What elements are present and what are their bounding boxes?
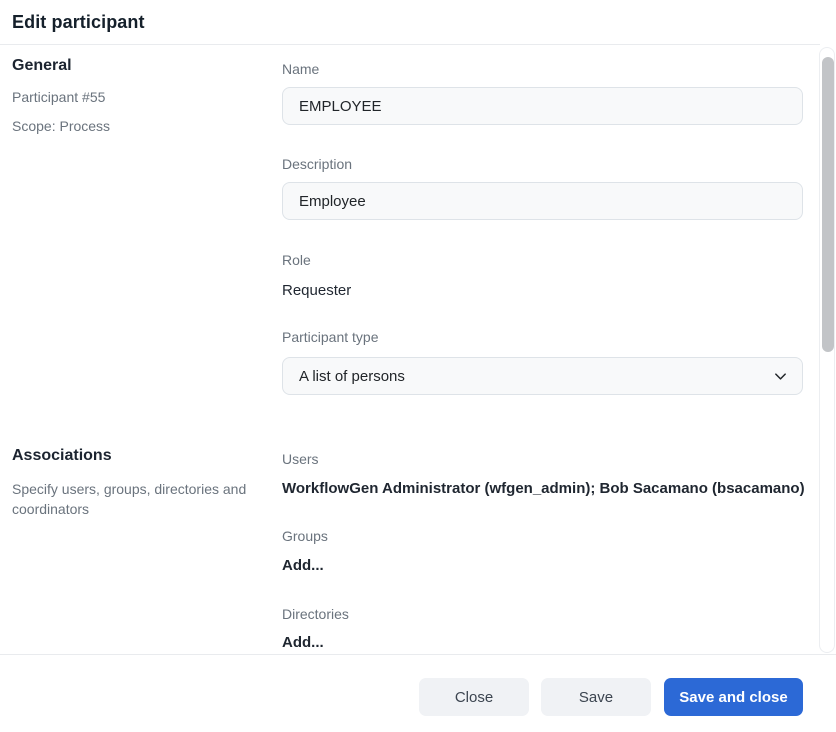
description-input[interactable] <box>282 182 803 220</box>
users-value-link[interactable]: WorkflowGen Administrator (wfgen_admin);… <box>282 480 805 497</box>
dialog-header: Edit participant <box>0 0 820 45</box>
name-label: Name <box>282 61 320 77</box>
participant-type-selected-value: A list of persons <box>299 367 405 385</box>
scrollbar-thumb[interactable] <box>822 57 834 352</box>
dialog-title: Edit participant <box>12 11 145 32</box>
chevron-down-icon <box>773 369 788 384</box>
associations-description: Specify users, groups, directories and c… <box>12 481 247 517</box>
edit-participant-dialog: Edit participant General Participant #55… <box>0 0 836 732</box>
participant-number: Participant #55 <box>12 89 106 105</box>
role-label: Role <box>282 252 311 268</box>
name-input[interactable] <box>282 87 803 125</box>
general-section-heading: General <box>12 57 72 74</box>
participant-type-select[interactable]: A list of persons <box>282 357 803 395</box>
directories-add-link[interactable]: Add... <box>282 634 324 651</box>
role-value: Requester <box>282 282 352 299</box>
groups-add-link[interactable]: Add... <box>282 557 324 574</box>
save-button[interactable]: Save <box>541 678 651 716</box>
participant-type-label: Participant type <box>282 329 379 345</box>
participant-scope: Scope: Process <box>12 118 111 134</box>
dialog-footer: Close Save Save and close <box>0 654 836 732</box>
users-label: Users <box>282 451 319 467</box>
groups-label: Groups <box>282 528 328 544</box>
save-and-close-button[interactable]: Save and close <box>664 678 803 716</box>
associations-section-heading: Associations <box>12 447 112 464</box>
description-label: Description <box>282 156 353 172</box>
directories-label: Directories <box>282 606 349 622</box>
close-button[interactable]: Close <box>419 678 529 716</box>
